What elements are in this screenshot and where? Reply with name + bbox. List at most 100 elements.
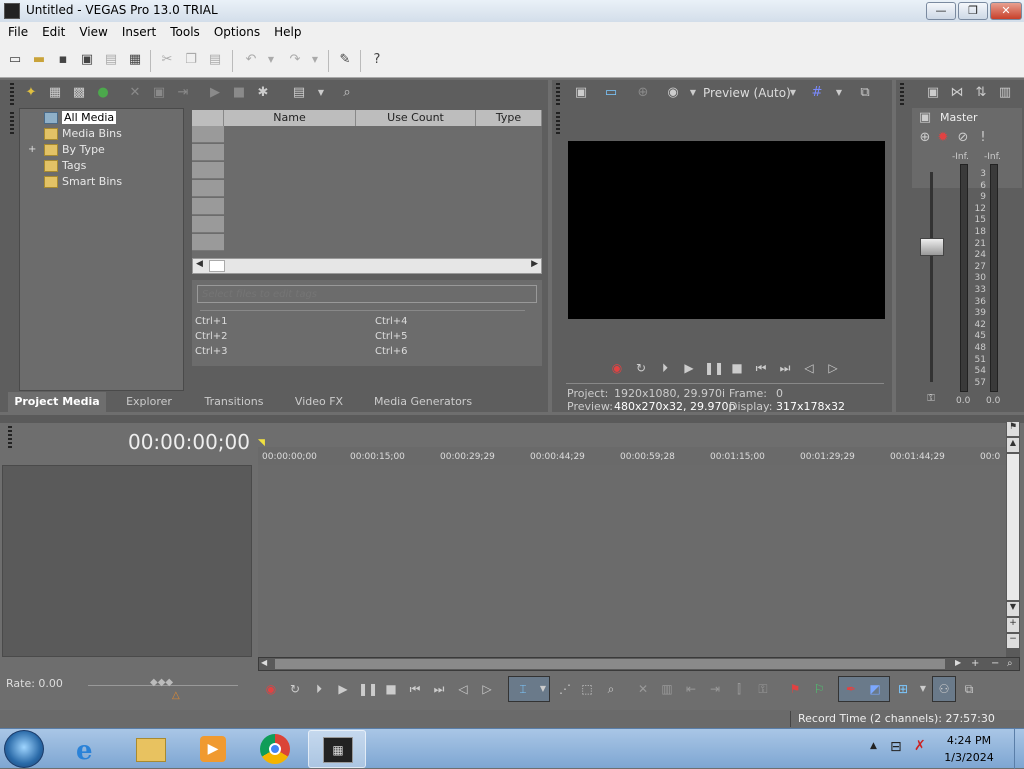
play-icon[interactable]: ▶ (680, 359, 698, 377)
open-folder-icon[interactable]: ▬ (30, 51, 48, 69)
play-from-start-icon[interactable]: ⏵ (656, 359, 674, 377)
get-media-web-icon[interactable]: ● (94, 84, 112, 102)
paste-icon[interactable]: ▤ (206, 51, 224, 69)
horizontal-scroll-thumb[interactable] (275, 659, 945, 669)
views-icon[interactable]: ▤ (290, 84, 308, 102)
panel-grip[interactable] (10, 112, 14, 136)
get-media-icon[interactable]: ▩ (70, 84, 88, 102)
tree-item-smart-bins[interactable]: Smart Bins (44, 174, 122, 190)
zoom-out-horizontal-icon[interactable]: − (991, 658, 999, 669)
column-header-type[interactable]: Type (476, 110, 542, 126)
master-fx-icon[interactable]: ✹ (934, 129, 952, 147)
trim-icon[interactable]: ▥ (658, 680, 676, 698)
minimize-button[interactable]: — (926, 2, 956, 20)
go-to-start-icon[interactable]: ⏮ (752, 359, 770, 377)
redo-icon[interactable]: ↷ (286, 51, 304, 69)
fx-dropdown-icon[interactable]: ▼ (684, 84, 702, 102)
tag-shortcut[interactable]: Ctrl+2 (195, 331, 228, 342)
pan-icon[interactable]: ⊕ (916, 129, 934, 147)
go-to-end-icon[interactable]: ⏭ (776, 359, 794, 377)
ignore-grouping-icon[interactable]: ⧉ (960, 680, 978, 698)
solo-icon[interactable]: ! (974, 129, 992, 147)
delete-icon[interactable]: ✕ (634, 680, 652, 698)
start-preview-icon[interactable]: ▶ (206, 84, 224, 102)
network-icon[interactable]: ⊟ (890, 739, 902, 755)
panel-grip[interactable] (10, 83, 14, 107)
start-button[interactable] (4, 730, 44, 768)
lock-envelopes-icon[interactable]: ⚇ (935, 680, 953, 698)
undo-icon[interactable]: ↶ (242, 51, 260, 69)
enable-snapping-icon[interactable]: ◩ (866, 680, 884, 698)
menu-tools[interactable]: Tools (170, 25, 200, 39)
zoom-in-vertical-icon[interactable]: + (1007, 618, 1019, 632)
menu-help[interactable]: Help (274, 25, 301, 39)
maximize-button[interactable]: ❐ (958, 2, 988, 20)
clock-time[interactable]: 4:24 PM (934, 734, 1004, 747)
tag-shortcut[interactable]: Ctrl+3 (195, 346, 228, 357)
pause-icon[interactable]: ❚❚ (358, 680, 378, 698)
volume-muted-icon[interactable]: ✗ (914, 738, 926, 754)
save-icon[interactable]: ▪ (54, 51, 72, 69)
timecode-display[interactable]: 00:00:00;00 (100, 430, 250, 454)
media-fx-icon[interactable]: ▣ (150, 84, 168, 102)
loop-playback-icon[interactable]: ↻ (632, 359, 650, 377)
mute-icon[interactable]: ⊘ (954, 129, 972, 147)
previous-frame-icon[interactable]: ◁ (800, 359, 818, 377)
views-dropdown-icon[interactable]: ▼ (312, 84, 330, 102)
downmix-icon[interactable]: ⋈ (948, 84, 966, 102)
mixer-properties-icon[interactable]: ▣ (924, 84, 942, 102)
overlays-icon[interactable]: # (808, 84, 826, 102)
new-file-icon[interactable]: ▭ (6, 51, 24, 69)
timeline-vertical-scrollbar[interactable]: ⚑ ▲ ▼ + − (1006, 420, 1020, 657)
loop-playback-icon[interactable]: ↻ (286, 680, 304, 698)
capture-video-icon[interactable]: ▦ (46, 84, 64, 102)
stop-icon[interactable]: ■ (382, 680, 400, 698)
normal-edit-tool-icon[interactable]: ⌶ (514, 680, 532, 698)
auto-ripple-icon[interactable]: ✒ (842, 680, 860, 698)
scroll-right-icon[interactable]: ▶ (531, 259, 538, 269)
whats-this-help-icon[interactable]: ? (368, 51, 386, 69)
tree-item-tags[interactable]: Tags (44, 158, 86, 174)
next-frame-icon[interactable]: ▷ (478, 680, 496, 698)
copy-icon[interactable]: ❐ (182, 51, 200, 69)
menu-options[interactable]: Options (214, 25, 260, 39)
search-media-icon[interactable]: ⌕ (338, 84, 356, 102)
split-screen-icon[interactable]: ⊕ (634, 84, 652, 102)
volume-fader-handle[interactable] (920, 238, 944, 256)
trim-end-icon[interactable]: ⇥ (706, 680, 724, 698)
panel-grip[interactable] (556, 83, 560, 107)
timeline-track-area[interactable] (258, 465, 1006, 657)
go-to-end-icon[interactable]: ⏭ (430, 680, 448, 698)
scroll-up-icon[interactable]: ▲ (1007, 438, 1019, 452)
preview-quality-select[interactable]: Preview (Auto) (703, 86, 791, 100)
go-to-start-icon[interactable]: ⏮ (406, 680, 424, 698)
marker-flag-icon[interactable]: ⚑ (1007, 422, 1019, 436)
scroll-down-icon[interactable]: ▼ (1007, 602, 1019, 616)
rate-reset-icon[interactable]: △ (172, 690, 180, 701)
previous-frame-icon[interactable]: ◁ (454, 680, 472, 698)
play-icon[interactable]: ▶ (334, 680, 352, 698)
ripple-dropdown-icon[interactable]: ▼ (914, 680, 932, 698)
timeline-grip[interactable] (8, 426, 12, 450)
chrome-taskbar-button[interactable] (246, 730, 304, 768)
edit-tool-dropdown-icon[interactable]: ▼ (534, 680, 552, 698)
tab-transitions[interactable]: Transitions (192, 392, 276, 412)
tag-shortcut[interactable]: Ctrl+1 (195, 316, 228, 327)
properties-icon[interactable]: ▦ (126, 51, 144, 69)
column-header-name[interactable]: Name (224, 110, 356, 126)
cut-icon[interactable]: ✂ (158, 51, 176, 69)
zoom-in-horizontal-icon[interactable]: + (971, 658, 979, 669)
menu-file[interactable]: File (8, 25, 28, 39)
vertical-scroll-thumb[interactable] (1007, 454, 1019, 600)
overlays-dropdown-icon[interactable]: ▼ (830, 84, 848, 102)
render-icon[interactable]: ▤ (102, 51, 120, 69)
tag-shortcut[interactable]: Ctrl+6 (375, 346, 408, 357)
menu-insert[interactable]: Insert (122, 25, 156, 39)
tag-shortcut[interactable]: Ctrl+5 (375, 331, 408, 342)
video-fx-icon[interactable]: ◉ (664, 84, 682, 102)
menu-view[interactable]: View (79, 25, 107, 39)
dim-output-icon[interactable]: ⇅ (972, 84, 990, 102)
column-header-use-count[interactable]: Use Count (356, 110, 476, 126)
envelope-tool-icon[interactable]: ⋰ (556, 680, 574, 698)
record-icon[interactable]: ◉ (262, 680, 280, 698)
